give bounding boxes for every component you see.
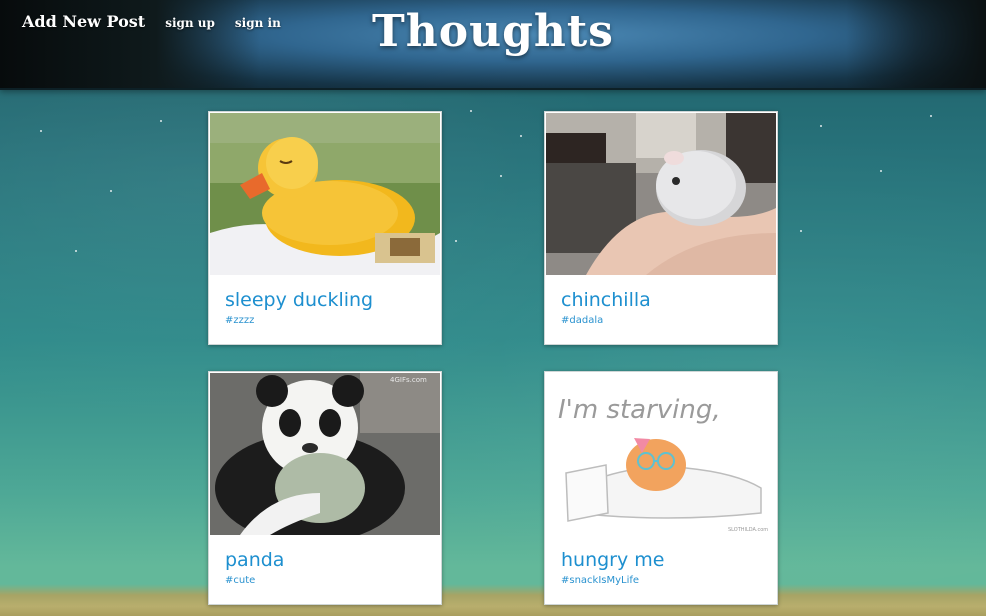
cartoon-caption: I'm starving, — [558, 395, 721, 425]
post-tag[interactable]: #snackIsMyLife — [561, 575, 777, 586]
chinchilla-photo[interactable] — [546, 113, 776, 275]
post-card[interactable]: chinchilla #dadala — [544, 111, 778, 345]
post-title[interactable]: panda — [225, 549, 441, 571]
duckling-photo[interactable] — [210, 113, 440, 275]
post-title[interactable]: sleepy duckling — [225, 289, 441, 311]
post-card[interactable]: I'm starving, SLOTHILDA.com hungry me #s… — [544, 371, 778, 605]
panda-photo[interactable]: 4GIFs.com — [210, 373, 440, 535]
cartoon-credit: SLOTHILDA.com — [728, 527, 768, 533]
grass-ground — [0, 584, 986, 616]
post-tag[interactable]: #cute — [225, 575, 441, 586]
post-title[interactable]: chinchilla — [561, 289, 777, 311]
post-card[interactable]: sleepy duckling #zzzz — [208, 111, 442, 345]
post-card[interactable]: 4GIFs.com panda #cute — [208, 371, 442, 605]
site-title: Thoughts — [372, 6, 614, 57]
site-header: Add New Post sign up sign in Thoughts — [0, 0, 986, 90]
gif-watermark: 4GIFs.com — [390, 376, 427, 384]
post-tag[interactable]: #zzzz — [225, 315, 441, 326]
post-tag[interactable]: #dadala — [561, 315, 777, 326]
starving-cartoon[interactable]: I'm starving, SLOTHILDA.com — [546, 373, 776, 535]
post-title[interactable]: hungry me — [561, 549, 777, 571]
